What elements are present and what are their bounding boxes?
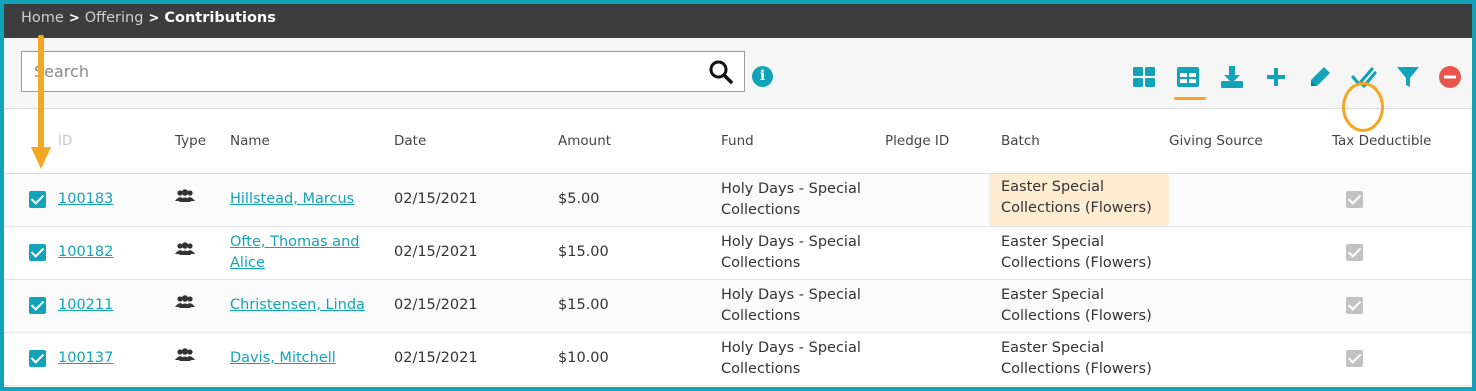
fund-cell: Holy Days - Special Collections [721, 173, 885, 227]
search-box [21, 51, 745, 92]
column-header-tax-deductible[interactable]: Tax Deductible [1332, 110, 1472, 174]
table-row[interactable]: 100183 Hillstead, Marcus 02/15/2021 $5.0… [4, 173, 1472, 227]
column-header-fund[interactable]: Fund [721, 110, 885, 174]
amount-cell: $15.00 [558, 226, 721, 280]
contribution-id-link[interactable]: 100137 [58, 350, 113, 366]
breadcrumb-offering[interactable]: Offering [85, 10, 144, 26]
batch-cell: Easter Special Collections (Flowers) [1001, 279, 1169, 333]
tax-deductible-checkbox [1346, 296, 1363, 314]
giving-source-cell [1169, 332, 1332, 386]
breadcrumb-home[interactable]: Home [21, 10, 64, 26]
arrow-down-annotation-icon [31, 35, 51, 169]
date-cell: 02/15/2021 [394, 173, 558, 227]
column-header-id[interactable]: ID [58, 110, 175, 174]
active-view-indicator [1174, 97, 1206, 100]
donor-name-link[interactable]: Davis, Mitchell [230, 350, 336, 366]
fund-cell: Holy Days - Special Collections [721, 226, 885, 280]
contribution-id-link[interactable]: 100183 [58, 191, 113, 207]
breadcrumb: Home > Offering > Contributions [21, 10, 276, 26]
date-cell: 02/15/2021 [394, 332, 558, 386]
donor-name-link[interactable]: Christensen, Linda [230, 297, 365, 313]
toolbar: i [4, 38, 1472, 132]
group-icon [175, 242, 195, 260]
donor-name-link[interactable]: Ofte, Thomas and Alice [230, 232, 380, 274]
app-frame: Home > Offering > Contributions i [0, 0, 1476, 391]
donor-name-link[interactable]: Hillstead, Marcus [230, 191, 354, 207]
column-header-name[interactable]: Name [230, 110, 394, 174]
breadcrumb-contributions: Contributions [164, 10, 276, 26]
delete-icon[interactable] [1437, 64, 1463, 90]
amount-cell: $10.00 [558, 332, 721, 386]
table-row[interactable]: 100211 Christensen, Linda 02/15/2021 $15… [4, 279, 1472, 333]
amount-cell: $5.00 [558, 173, 721, 227]
row-checkbox[interactable] [29, 190, 46, 208]
amount-cell: $15.00 [558, 279, 721, 333]
fund-cell: Holy Days - Special Collections [721, 332, 885, 386]
pledge-id-cell [885, 226, 1001, 280]
table-row[interactable]: 100137 Davis, Mitchell 02/15/2021 $10.00… [4, 332, 1472, 386]
group-icon [175, 295, 195, 313]
table-header-row: ID Type Name Date Amount Fund Pledge ID … [4, 110, 1472, 174]
breadcrumb-separator-icon: > [148, 10, 160, 26]
date-cell: 02/15/2021 [394, 279, 558, 333]
group-icon [175, 348, 195, 366]
breadcrumb-separator-icon: > [68, 10, 80, 26]
column-header-type[interactable]: Type [175, 110, 230, 174]
edit-icon[interactable] [1307, 64, 1333, 90]
tax-deductible-checkbox [1346, 190, 1363, 208]
search-icon[interactable] [708, 59, 734, 89]
column-header-date[interactable]: Date [394, 110, 558, 174]
table-view-icon[interactable] [1175, 64, 1201, 90]
batch-cell: Easter Special Collections (Flowers) [1001, 332, 1169, 386]
row-checkbox[interactable] [29, 296, 46, 314]
tax-deductible-checkbox [1346, 243, 1363, 261]
contributions-table: ID Type Name Date Amount Fund Pledge ID … [4, 110, 1472, 386]
column-header-giving-source[interactable]: Giving Source [1169, 110, 1332, 174]
giving-source-cell [1169, 226, 1332, 280]
contribution-id-link[interactable]: 100182 [58, 244, 113, 260]
row-checkbox[interactable] [29, 243, 46, 261]
pledge-id-cell [885, 279, 1001, 333]
date-cell: 02/15/2021 [394, 226, 558, 280]
info-icon[interactable]: i [752, 66, 773, 87]
grid-view-icon[interactable] [1131, 64, 1157, 90]
contribution-id-link[interactable]: 100211 [58, 297, 113, 313]
add-icon[interactable] [1263, 64, 1289, 90]
batch-cell-highlighted: Easter Special Collections (Flowers) [989, 173, 1169, 226]
filter-icon[interactable] [1395, 64, 1421, 90]
row-checkbox[interactable] [29, 349, 46, 367]
giving-source-cell [1169, 173, 1332, 227]
pledge-id-cell [885, 173, 1001, 227]
giving-source-cell [1169, 279, 1332, 333]
pledge-id-cell [885, 332, 1001, 386]
search-input[interactable] [22, 52, 682, 90]
column-header-pledge-id[interactable]: Pledge ID [885, 110, 1001, 174]
tax-deductible-checkbox [1346, 349, 1363, 367]
batch-cell: Easter Special Collections (Flowers) [1001, 226, 1169, 280]
top-bar: Home > Offering > Contributions [4, 4, 1472, 38]
column-header-amount[interactable]: Amount [558, 110, 721, 174]
column-header-batch[interactable]: Batch [1001, 110, 1169, 174]
group-icon [175, 189, 195, 207]
table-row[interactable]: 100182 Ofte, Thomas and Alice 02/15/2021… [4, 226, 1472, 280]
fund-cell: Holy Days - Special Collections [721, 279, 885, 333]
download-icon[interactable] [1219, 64, 1245, 90]
